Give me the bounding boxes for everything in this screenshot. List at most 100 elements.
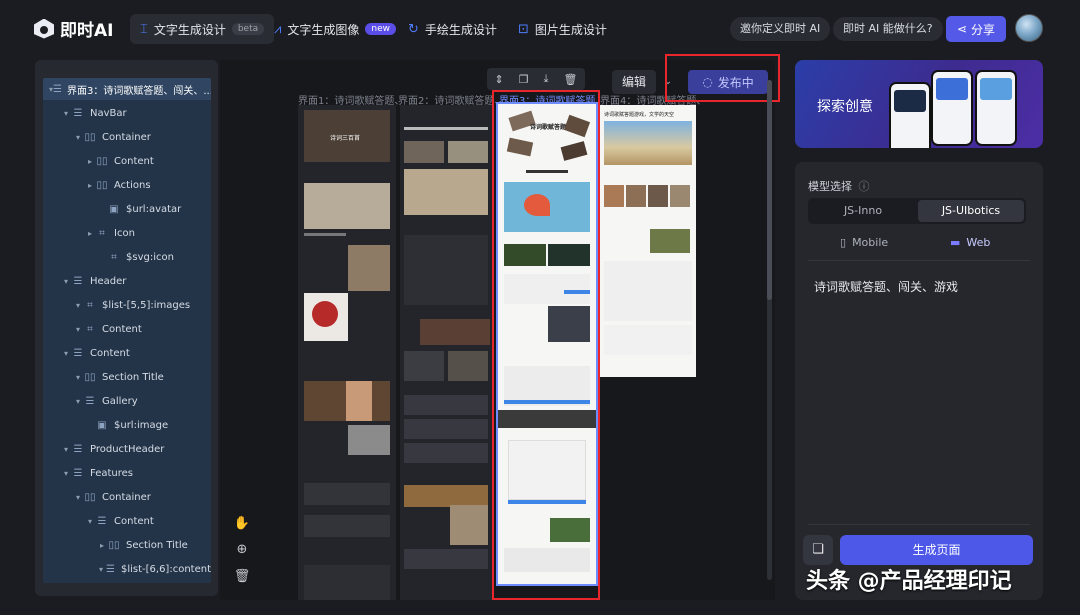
chevron-icon[interactable]: ▾ [61,277,71,286]
chevron-icon[interactable]: ▾ [73,133,83,142]
beta-badge: beta [231,23,265,35]
help-icon[interactable]: ⓘ [859,180,870,193]
chevron-icon[interactable]: ▾ [73,301,83,310]
frame-preview-2[interactable] [400,105,492,600]
layer-row[interactable]: ▾ ☰ ProductHeader [43,438,211,460]
app-name: 即时AI [60,21,114,41]
component-icon: ⌗ [99,227,105,239]
chevron-icon[interactable]: ▾ [73,397,83,406]
chevron-down-icon[interactable]: ⌄ [660,70,676,94]
layer-label: Content [114,155,154,167]
model-select-label: 模型选择 [808,180,852,193]
share-button[interactable]: ⋖ 分享 [946,16,1006,42]
chevron-icon[interactable]: ▾ [97,565,105,574]
layer-row[interactable]: ▣ $url:avatar [43,198,211,220]
chevron-icon[interactable]: ▾ [61,469,71,478]
layer-row[interactable]: ▾ ▯▯ Section Title [43,366,211,388]
layer-row[interactable]: ▾ ☰ Header [43,270,211,292]
layer-row[interactable]: ▣ $url:image [43,414,211,436]
publish-button[interactable]: ◌ 发布中 [688,70,768,94]
delete-icon[interactable]: 🗑 [234,569,251,584]
device-option-mobile[interactable]: ▯ Mobile [840,236,888,249]
tab-text-to-design[interactable]: ⌶ 文字生成设计 beta [130,14,275,44]
layer-label: Content [114,515,154,527]
canvas-side-tools: ✋ ⊕ 🗑 [228,510,256,590]
frame-icon: ☰ [73,275,83,287]
app-logo[interactable]: 即时AI [34,16,113,41]
layer-row[interactable]: ▾ ☰ Content [43,510,211,532]
frame-preview-3[interactable]: 诗词歌赋答题 [496,102,598,586]
layer-tree: ▾ ☰ 界面3：诗词歌赋答题、闯关、... ▾ ☰ NavBar ▾ ▯▯ Container ▸… [43,78,211,583]
layer-row[interactable]: ▸ ▯▯ Content [43,150,211,172]
layer-row[interactable]: ▾ ⌗ $list-[5,5]:images [43,294,211,316]
layer-row[interactable]: ▾ ☰ 界面3：诗词歌赋答题、闯关、... [43,78,211,100]
chevron-icon[interactable]: ▸ [85,157,95,166]
duplicate-icon[interactable]: ❐ [519,73,529,86]
chevron-icon[interactable]: ▾ [61,109,71,118]
target-icon[interactable]: ⊕ [237,542,248,557]
device-option-web[interactable]: ▬ Web [950,236,990,249]
layer-row[interactable]: ▾ ▯▯ Container [43,126,211,148]
tab-sketch-to-design[interactable]: ↻ 手绘生成设计 [398,14,507,44]
edit-button[interactable]: 编辑 [612,70,656,94]
chevron-icon[interactable]: ▾ [73,493,83,502]
user-avatar[interactable] [1015,14,1043,42]
layer-label: Actions [114,179,151,191]
model-option-inno[interactable]: JS-Inno [810,200,916,222]
layer-row[interactable]: ▾ ☰ Gallery [43,390,211,412]
frame-preview-4[interactable]: 诗词歌赋答题游戏，文学的天空 [600,105,696,377]
layer-row[interactable]: ▸ ▯▯ Actions [43,174,211,196]
layer-row[interactable]: ▾ ▯▯ Container [43,486,211,508]
layer-label: Content [102,323,142,335]
chevron-icon[interactable]: ▾ [73,325,83,334]
layer-row[interactable]: ▾ ☰ Features [43,462,211,484]
layer-row[interactable]: ▾ ☰ $list-[6,6]:content [43,558,211,580]
tab-text-to-image[interactable]: ⩘ 文字生成图像 new [264,14,406,44]
image-icon: ▣ [109,203,119,215]
move-icon[interactable]: ⇕ [495,73,504,86]
chevron-icon[interactable]: ▾ [73,373,83,382]
device-label: Web [966,236,991,249]
chevron-icon[interactable]: ▾ [61,349,71,358]
component-icon: ⌗ [87,299,93,311]
layer-row[interactable]: ▸ ⌗ Icon [43,222,211,244]
canvas-scrollbar[interactable] [767,80,772,580]
download-icon[interactable]: ⤓ [544,72,549,86]
frame-preview-1[interactable]: 诗词三百首 [298,105,396,600]
layer-label: Section Title [126,539,188,551]
layer-label: Icon [114,227,135,239]
share-icon: ⋖ [956,22,968,36]
model-option-uibotics[interactable]: JS-UIbotics [918,200,1024,222]
preview-title: 诗词歌赋答题游戏，文学的天空 [604,112,675,118]
text-design-icon: ⌶ [140,21,148,37]
layer-row[interactable]: ⌗ $svg:icon [43,246,211,268]
frame-icon: ☰ [73,443,83,455]
layer-row[interactable]: ▾ ⌗ Content [43,318,211,340]
layer-label: $url:image [114,419,169,431]
chevron-icon[interactable]: ▾ [85,517,95,526]
tab-image-to-design[interactable]: ⊡ 图片生成设计 [508,14,617,44]
about-button[interactable]: 即时 AI 能做什么? [833,17,943,41]
chevron-icon[interactable]: ▸ [85,181,95,190]
hand-tool-icon[interactable]: ✋ [234,516,250,531]
columns-icon: ▯▯ [96,179,108,191]
explore-banner[interactable]: 探索创意 [795,60,1043,148]
frame-icon: ☰ [105,563,115,575]
phone-mockup [931,70,973,146]
tab-label: 文字生成图像 [287,22,360,37]
layer-row[interactable]: ▾ ☰ Content [43,342,211,364]
generate-page-button[interactable]: 生成页面 [840,535,1033,565]
chevron-icon[interactable]: ▸ [85,229,95,238]
invite-button[interactable]: 邀你定义即时 AI [730,17,831,41]
chevron-icon[interactable]: ▾ [61,445,71,454]
prompt-text[interactable]: 诗词歌赋答题、闯关、游戏 [814,278,958,295]
trash-icon[interactable]: 🗑 [564,73,578,86]
layer-row[interactable]: ▸ ▯▯ Section Title [43,534,211,556]
frame-toolbar: ⇕ ❐ ⤓ 🗑 [487,68,585,90]
layer-label: $url:avatar [126,203,182,215]
chevron-icon[interactable]: ▸ [97,541,107,550]
gallery-icon[interactable]: ❏ [803,535,833,565]
phone-mockup [975,70,1017,146]
layer-row[interactable]: ▾ ☰ NavBar [43,102,211,124]
publish-label: 发布中 [717,75,754,90]
